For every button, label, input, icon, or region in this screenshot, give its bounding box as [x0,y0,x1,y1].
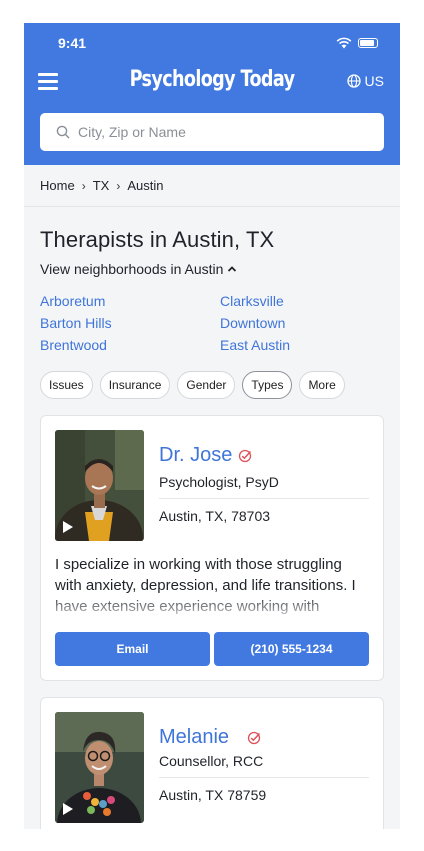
verified-icon [239,449,252,462]
therapist-info: Dr. Jose Psychologist, PsyD Austin, TX, … [159,444,369,524]
filter-issues[interactable]: Issues [40,371,93,399]
header: 9:41 Psychology Today US [24,23,400,165]
filter-types[interactable]: Types [242,371,293,399]
status-icons [336,37,378,49]
card-actions: Email (210) 555-1234 [55,632,369,666]
therapist-credential: Psychologist, PsyD [159,474,369,499]
filter-more[interactable]: More [299,371,345,399]
breadcrumb-city: Austin [127,178,164,193]
navbar: Psychology Today US [24,67,400,99]
chevron-right-icon: › [116,178,121,193]
neighborhood-toggle-label: View neighborhoods in Austin [40,261,224,277]
verified-icon [247,731,261,744]
chevron-up-icon [228,266,237,272]
neighborhood-link[interactable]: East Austin [220,337,370,353]
app-screen: 9:41 Psychology Today US City, Zip or Na… [24,23,400,829]
filter-insurance[interactable]: Insurance [99,371,171,399]
neighborhood-list: Arboretum Clarksville Barton Hills Downt… [40,293,400,353]
play-icon[interactable] [63,803,73,815]
search-input[interactable] [78,124,358,140]
play-icon[interactable] [63,521,73,533]
globe-icon [346,74,361,88]
call-button[interactable]: (210) 555-1234 [214,632,369,666]
neighborhood-link[interactable]: Clarksville [220,293,370,309]
menu-icon[interactable] [38,73,58,90]
therapist-credential: Counsellor, RCC [159,753,369,778]
filter-chips: Issues Insurance Gender Types More [40,371,400,399]
status-bar: 9:41 [24,35,400,53]
therapist-card[interactable]: Melanie Counsellor, RCC Austin, TX 78759 [40,697,384,829]
breadcrumb: Home › TX › Austin [24,165,400,207]
breadcrumb-home[interactable]: Home [40,178,75,193]
therapist-photo[interactable] [55,712,144,823]
therapist-card[interactable]: Dr. Jose Psychologist, PsyD Austin, TX, … [40,415,384,681]
locale-label: US [364,73,384,89]
neighborhood-link[interactable]: Downtown [220,315,370,331]
site-logo[interactable]: Psychology Today [62,67,363,92]
therapist-photo[interactable] [55,430,144,541]
therapist-name[interactable]: Dr. Jose [159,444,232,467]
therapist-location: Austin, TX, 78703 [159,508,271,524]
therapist-location: Austin, TX 78759 [159,787,267,803]
email-button[interactable]: Email [55,632,210,666]
page-title: Therapists in Austin, TX [40,227,275,252]
filter-gender[interactable]: Gender [177,371,236,399]
therapist-blurb: I specialize in working with those strug… [55,556,356,615]
search-icon [56,125,70,139]
neighborhood-toggle[interactable]: View neighborhoods in Austin [40,261,400,277]
wifi-icon [336,37,352,49]
neighborhood-link[interactable]: Arboretum [40,293,220,309]
search-box[interactable] [40,113,384,151]
breadcrumb-state[interactable]: TX [93,178,110,193]
battery-icon [358,38,378,48]
neighborhood-link[interactable]: Barton Hills [40,315,220,331]
status-time: 9:41 [58,35,87,51]
locale-selector[interactable]: US [346,73,384,89]
chevron-right-icon: › [81,178,86,193]
therapist-name[interactable]: Melanie [159,726,229,749]
therapist-info: Melanie Counsellor, RCC Austin, TX 78759 [159,726,369,803]
neighborhood-link[interactable]: Brentwood [40,337,220,353]
